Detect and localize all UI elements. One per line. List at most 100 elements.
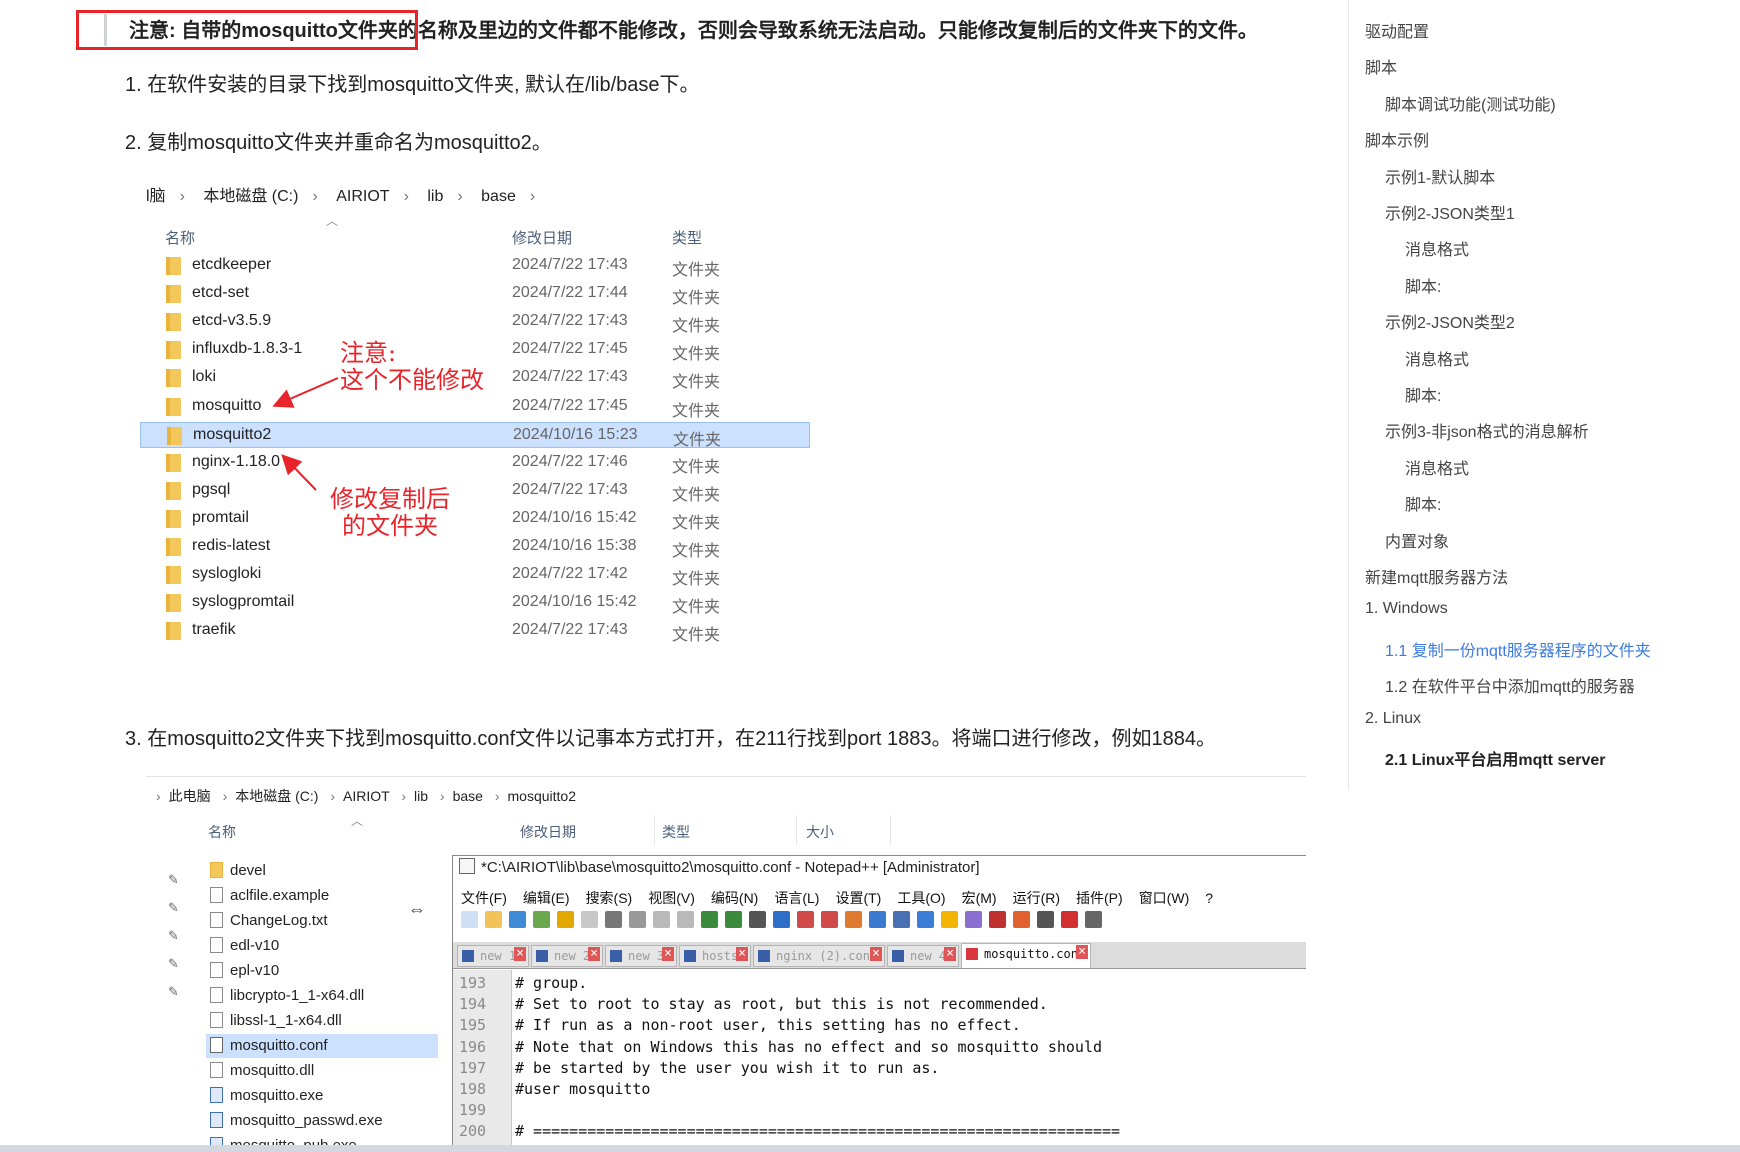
toolbar-button-icon[interactable] xyxy=(557,911,574,929)
file-icon xyxy=(210,937,223,953)
toolbar-button-icon[interactable] xyxy=(1013,911,1030,929)
toc-item[interactable]: 脚本示例 xyxy=(1365,127,1429,151)
toc-item[interactable]: 示例2-JSON类型1 xyxy=(1385,200,1515,224)
code-line: # Set to root to stay as root, but this … xyxy=(515,995,1048,1014)
code-editor[interactable]: 193 # group. 194 # Set to root to stay as r… xyxy=(453,970,1306,1145)
editor-tab[interactable]: new 4 xyxy=(887,945,959,967)
toolbar-button-icon[interactable] xyxy=(533,911,550,929)
folder-icon xyxy=(210,862,223,878)
toc-item[interactable]: 驱动配置 xyxy=(1365,18,1429,42)
code-line: # ======================================… xyxy=(515,1122,1121,1141)
menu-item[interactable]: 编码(N) xyxy=(711,890,758,906)
toolbar-button-icon[interactable] xyxy=(1037,911,1054,929)
toc-item[interactable]: 消息格式 xyxy=(1405,236,1469,260)
explorer-screenshot-1: l脑 › 本地磁盘 (C:) › AIRIOT › lib › base › ︿ 名称 修… xyxy=(140,172,820,662)
file-row[interactable]: mosquitto.conf xyxy=(206,1034,438,1058)
toc-item[interactable]: 1.1 复制一份mqtt服务器程序的文件夹 xyxy=(1385,637,1651,661)
toc-item[interactable]: 示例2-JSON类型2 xyxy=(1385,309,1515,333)
line-number: 196 xyxy=(459,1037,487,1056)
pin-icon: ✎ xyxy=(168,956,179,971)
toc-item[interactable]: 脚本: xyxy=(1405,382,1441,406)
menu-item[interactable]: 宏(M) xyxy=(962,890,997,906)
file-name: ChangeLog.txt xyxy=(230,912,328,929)
toolbar-button-icon[interactable] xyxy=(461,911,478,929)
file-name: epl-v10 xyxy=(230,962,280,979)
toolbar-button-icon[interactable] xyxy=(773,911,790,929)
line-number: 194 xyxy=(459,995,487,1014)
toc-item[interactable]: 1. Windows xyxy=(1365,600,1448,618)
menu-item[interactable]: 窗口(W) xyxy=(1139,890,1190,906)
toolbar-button-icon[interactable] xyxy=(653,911,670,929)
toolbar-button-icon[interactable] xyxy=(749,911,766,929)
editor-tab[interactable]: hosts xyxy=(679,945,751,967)
editor-tab[interactable]: new 1 xyxy=(457,945,529,967)
column-header-date: 修改日期 xyxy=(520,824,576,840)
horizontal-scrollbar[interactable] xyxy=(0,1145,1740,1152)
toc-item[interactable]: 示例1-默认脚本 xyxy=(1385,164,1495,188)
toolbar-button-icon[interactable] xyxy=(581,911,598,929)
file-name: edl-v10 xyxy=(230,937,280,954)
toc-item[interactable]: 脚本: xyxy=(1405,273,1441,297)
toc-item[interactable]: 1.2 在软件平台中添加mqtt的服务器 xyxy=(1385,673,1635,697)
menu-item[interactable]: 设置(T) xyxy=(835,890,881,906)
article-content: 注意: 自带的mosquitto文件夹的名称及里边的文件都不能修改，否则会导致系… xyxy=(0,0,1340,1145)
editor-tab[interactable]: nginx (2).conf xyxy=(753,945,885,967)
editor-tab[interactable]: mosquitto.conf xyxy=(961,943,1091,968)
toc-item[interactable]: 内置对象 xyxy=(1385,528,1449,552)
file-name: libcrypto-1_1-x64.dll xyxy=(230,987,365,1004)
toc-item[interactable]: 脚本 xyxy=(1365,54,1397,78)
toolbar-button-icon[interactable] xyxy=(629,911,646,929)
dll-icon xyxy=(210,1012,223,1028)
file-name: mosquitto_passwd.exe xyxy=(230,1112,383,1129)
menu-item[interactable]: 运行(R) xyxy=(1013,890,1060,906)
toc-item[interactable]: 消息格式 xyxy=(1405,455,1469,479)
toolbar-button-icon[interactable] xyxy=(893,911,910,929)
exe-icon xyxy=(210,1112,223,1128)
file-name: mosquitto.conf xyxy=(230,1037,328,1054)
menu-item[interactable]: 搜索(S) xyxy=(586,890,633,906)
menu-item[interactable]: 语言(L) xyxy=(774,890,819,906)
tab-bar: new 1new 2new 3hostsnginx (2).confnew 4m… xyxy=(453,942,1306,969)
toolbar-button-icon[interactable] xyxy=(1085,911,1102,929)
toc-item[interactable]: 新建mqtt服务器方法 xyxy=(1365,564,1508,588)
menu-item[interactable]: 插件(P) xyxy=(1076,890,1123,906)
toolbar-button-icon[interactable] xyxy=(917,911,934,929)
toc-item[interactable]: 示例3-非json格式的消息解析 xyxy=(1385,418,1589,442)
line-number: 199 xyxy=(459,1101,487,1120)
dll-icon xyxy=(210,987,223,1003)
toolbar-button-icon[interactable] xyxy=(965,911,982,929)
toc-item[interactable]: 2.1 Linux平台启用mqtt server xyxy=(1385,746,1606,770)
toolbar-button-icon[interactable] xyxy=(485,911,502,929)
toolbar-button-icon[interactable] xyxy=(797,911,814,929)
editor-tab[interactable]: new 3 xyxy=(605,945,677,967)
file-name: libssl-1_1-x64.dll xyxy=(230,1012,342,1029)
toolbar-button-icon[interactable] xyxy=(605,911,622,929)
editor-tab[interactable]: new 2 xyxy=(531,945,603,967)
toc-item[interactable]: 消息格式 xyxy=(1405,346,1469,370)
menu-item[interactable]: 视图(V) xyxy=(648,890,695,906)
pin-icon: ✎ xyxy=(168,984,179,999)
toc-item[interactable]: 脚本: xyxy=(1405,491,1441,515)
toolbar-button-icon[interactable] xyxy=(845,911,862,929)
exe-icon xyxy=(210,1137,223,1145)
toolbar-button-icon[interactable] xyxy=(989,911,1006,929)
line-number: 200 xyxy=(459,1122,487,1141)
code-line: # Note that on Windows this has no effec… xyxy=(515,1037,1102,1056)
toc-item[interactable]: 2. Linux xyxy=(1365,710,1421,728)
toolbar-button-icon[interactable] xyxy=(941,911,958,929)
menu-item[interactable]: 文件(F) xyxy=(461,890,507,906)
menu-item[interactable]: ? xyxy=(1205,890,1213,906)
exe-icon xyxy=(210,1087,223,1103)
toolbar-button-icon[interactable] xyxy=(677,911,694,929)
toc-item[interactable]: 脚本调试功能(测试功能) xyxy=(1385,91,1556,115)
file-name: mosquitto.exe xyxy=(230,1087,324,1104)
column-header-type: 类型 xyxy=(662,824,690,840)
menu-item[interactable]: 工具(O) xyxy=(897,890,945,906)
toolbar-button-icon[interactable] xyxy=(701,911,718,929)
toolbar-button-icon[interactable] xyxy=(869,911,886,929)
toolbar-button-icon[interactable] xyxy=(725,911,742,929)
toolbar-button-icon[interactable] xyxy=(821,911,838,929)
toolbar-button-icon[interactable] xyxy=(509,911,526,929)
toolbar-button-icon[interactable] xyxy=(1061,911,1078,929)
menu-item[interactable]: 编辑(E) xyxy=(523,890,570,906)
